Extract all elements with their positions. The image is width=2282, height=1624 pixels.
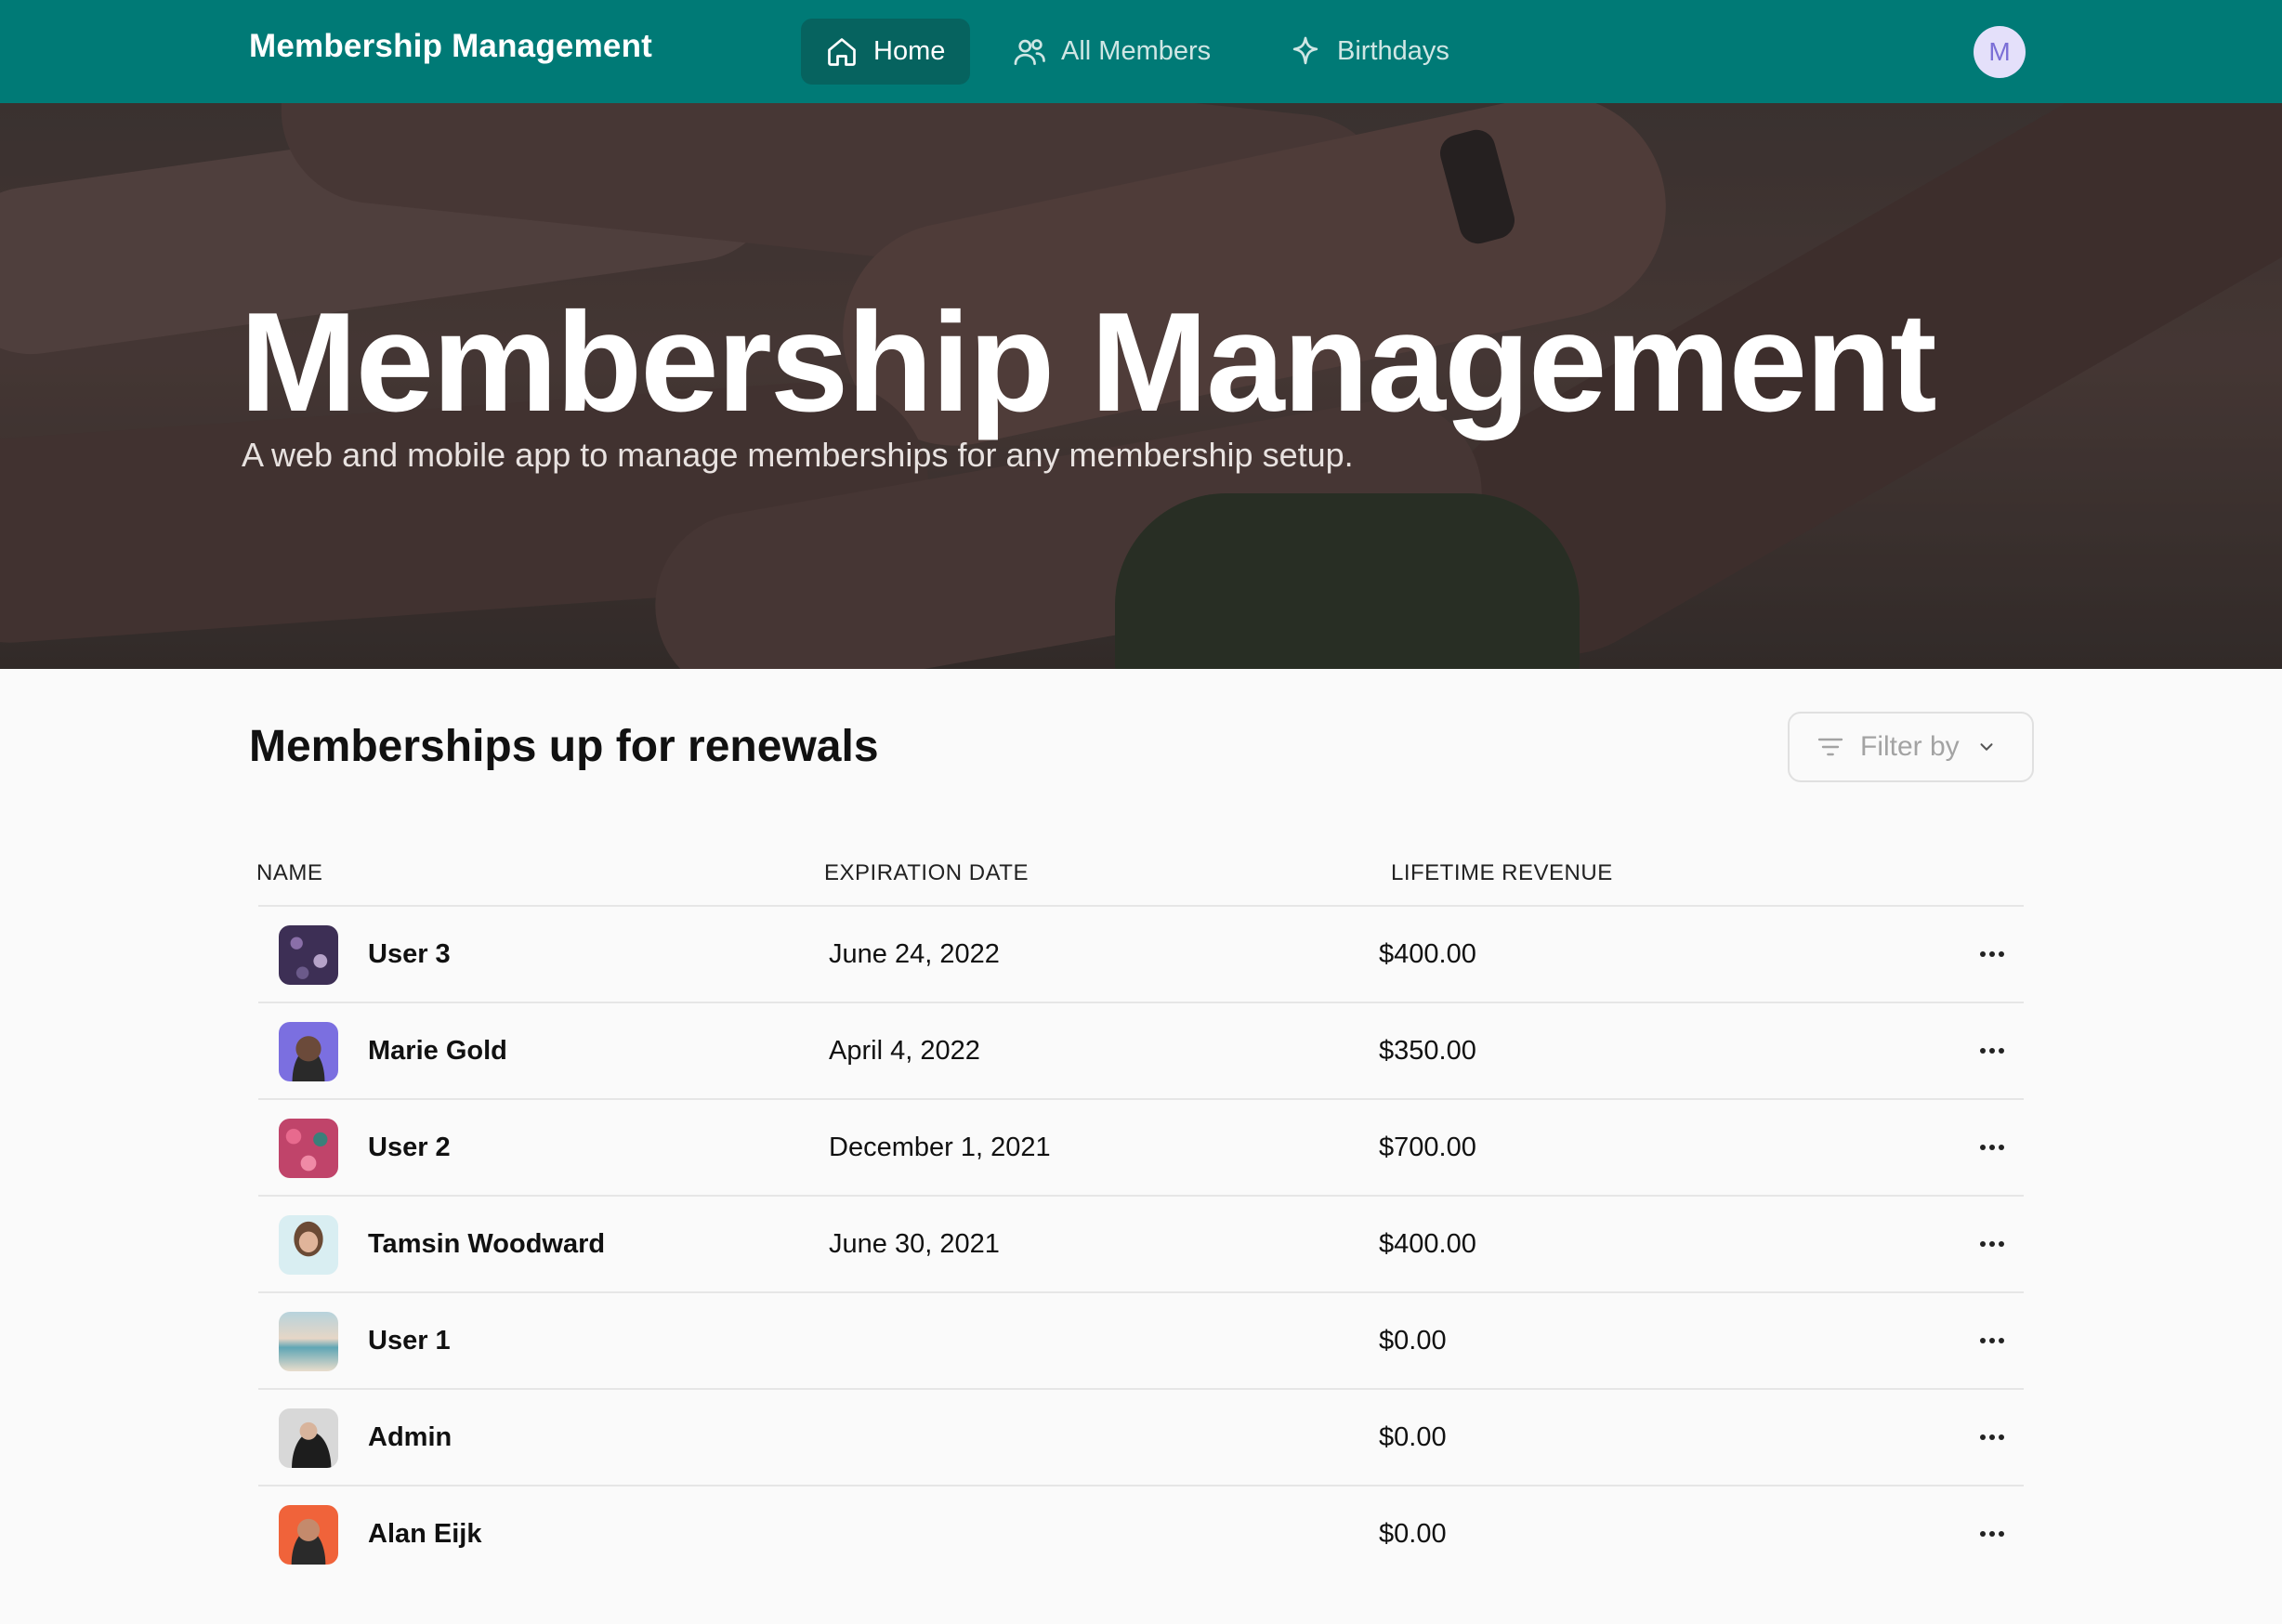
member-name[interactable]: User 1 [368, 1326, 451, 1356]
lifetime-revenue: $0.00 [1379, 1518, 1447, 1549]
hero-banner: Membership Management A web and mobile a… [0, 103, 2282, 669]
nav-item-label: Birthdays [1337, 36, 1449, 66]
lifetime-revenue: $0.00 [1379, 1421, 1447, 1452]
more-options-icon[interactable] [1974, 1129, 2011, 1166]
nav-item-label: All Members [1061, 36, 1212, 66]
expiration-date: December 1, 2021 [829, 1132, 1051, 1162]
app-brand[interactable]: Membership Management [249, 28, 652, 65]
lifetime-revenue: $350.00 [1379, 1035, 1476, 1066]
column-header-revenue: LIFETIME REVENUE [1391, 860, 1613, 885]
avatar [279, 1505, 338, 1565]
member-name[interactable]: Alan Eijk [368, 1519, 482, 1550]
user-avatar[interactable]: M [1974, 26, 2026, 78]
expiration-date: April 4, 2022 [829, 1035, 980, 1066]
filter-dropdown[interactable]: Filter by [1788, 712, 2034, 782]
nav-item-all-members[interactable]: All Members [1011, 19, 1211, 85]
home-icon [823, 33, 860, 71]
column-header-expiration: EXPIRATION DATE [824, 860, 1029, 885]
more-options-icon[interactable] [1974, 1225, 2011, 1263]
member-name[interactable]: Admin [368, 1422, 452, 1453]
nav-item-birthdays[interactable]: Birthdays [1287, 19, 1449, 85]
more-options-icon[interactable] [1974, 1322, 2011, 1359]
member-name[interactable]: User 2 [368, 1133, 451, 1163]
nav-item-home[interactable]: Home [801, 19, 970, 85]
top-navbar: Membership Management Home All Members B… [0, 0, 2282, 103]
avatar [279, 1215, 338, 1275]
hero-subtitle: A web and mobile app to manage membershi… [242, 436, 1354, 474]
table-row[interactable]: Marie Gold April 4, 2022 $350.00 [258, 1002, 2024, 1098]
table-row[interactable]: User 3 June 24, 2022 $400.00 [258, 905, 2024, 1002]
expiration-date: June 30, 2021 [829, 1228, 1000, 1259]
lifetime-revenue: $400.00 [1379, 938, 1476, 969]
section-title: Memberships up for renewals [249, 722, 879, 771]
table-row[interactable]: User 2 December 1, 2021 $700.00 [258, 1098, 2024, 1195]
renewals-table: User 3 June 24, 2022 $400.00 Marie Gold … [258, 905, 2024, 1581]
table-row[interactable]: Tamsin Woodward June 30, 2021 $400.00 [258, 1195, 2024, 1291]
hero-title: Membership Management [240, 283, 1937, 441]
filter-icon [1814, 730, 1847, 764]
member-name[interactable]: Marie Gold [368, 1036, 507, 1067]
avatar [279, 1312, 338, 1371]
avatar [279, 1119, 338, 1178]
lifetime-revenue: $0.00 [1379, 1325, 1447, 1356]
avatar [279, 925, 338, 985]
table-row[interactable]: Admin $0.00 [258, 1388, 2024, 1485]
more-options-icon[interactable] [1974, 1419, 2011, 1456]
lifetime-revenue: $700.00 [1379, 1132, 1476, 1162]
member-name[interactable]: User 3 [368, 939, 451, 970]
avatar [279, 1022, 338, 1081]
more-options-icon[interactable] [1974, 1515, 2011, 1552]
member-name[interactable]: Tamsin Woodward [368, 1229, 605, 1260]
more-options-icon[interactable] [1974, 1032, 2011, 1069]
chevron-down-icon [1974, 735, 1999, 759]
expiration-date: June 24, 2022 [829, 938, 1000, 969]
users-icon [1011, 33, 1048, 71]
table-row[interactable]: Alan Eijk $0.00 [258, 1485, 2024, 1581]
lifetime-revenue: $400.00 [1379, 1228, 1476, 1259]
column-header-name: NAME [256, 860, 323, 885]
more-options-icon[interactable] [1974, 936, 2011, 973]
filter-label: Filter by [1860, 731, 1960, 762]
nav-item-label: Home [873, 36, 946, 66]
sparkle-icon [1287, 33, 1324, 71]
avatar [279, 1408, 338, 1468]
table-row[interactable]: User 1 $0.00 [258, 1291, 2024, 1388]
